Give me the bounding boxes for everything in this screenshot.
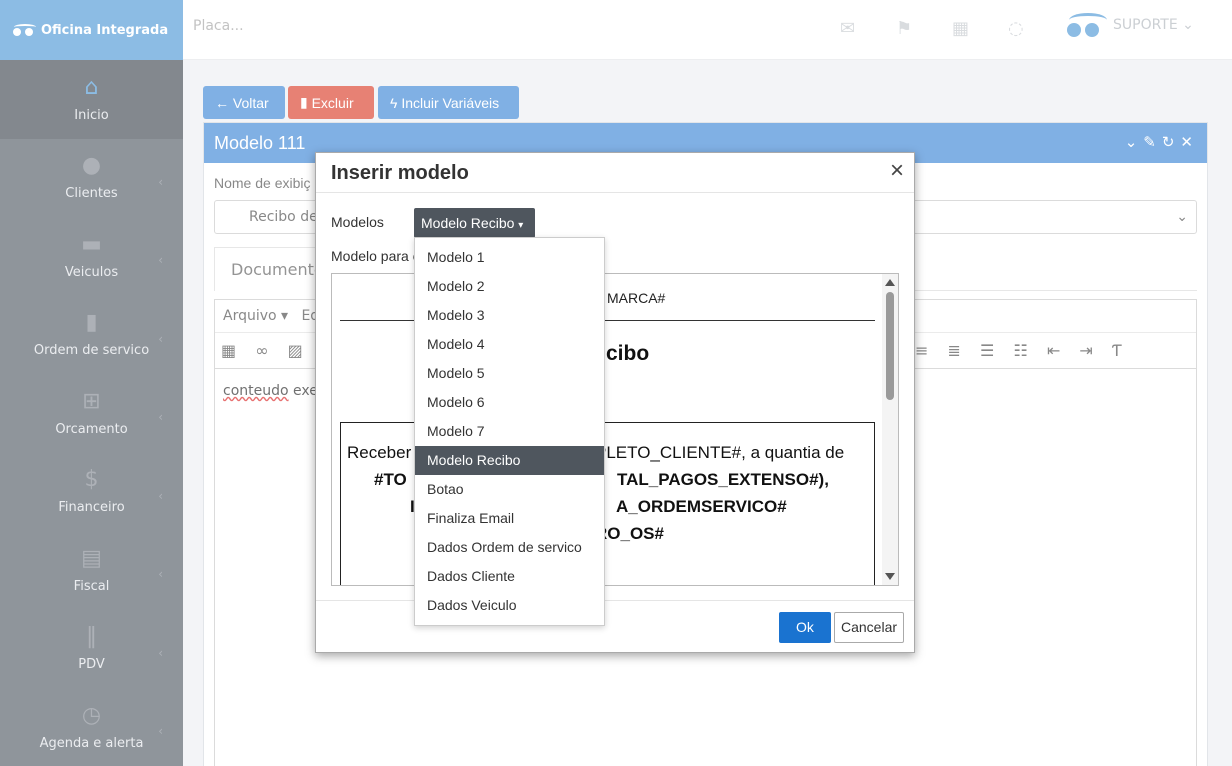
preview-top-text: MARCA#: [607, 290, 666, 306]
dropdown-option[interactable]: Modelo 2: [415, 272, 604, 301]
dropdown-option[interactable]: Modelo 7: [415, 417, 604, 446]
scroll-down-icon[interactable]: [885, 573, 895, 580]
dialog-footer: Ok Cancelar: [316, 600, 914, 652]
dropdown-option[interactable]: Modelo Recibo: [415, 446, 604, 475]
dialog-header: Inserir modelo ×: [316, 153, 914, 193]
preview-text: RO_OS#: [595, 524, 664, 543]
dropdown-option[interactable]: Modelo 3: [415, 301, 604, 330]
dropdown-option[interactable]: Dados Veiculo: [415, 591, 604, 620]
inserir-modelo-dialog: Inserir modelo × Modelos Modelo Recibo ▾…: [315, 152, 915, 653]
dropdown-option[interactable]: Dados Ordem de servico: [415, 533, 604, 562]
preview-text: PLETO_CLIENTE#, a quantia de: [595, 443, 845, 462]
ok-button[interactable]: Ok: [779, 612, 831, 643]
dropdown-option[interactable]: Botao: [415, 475, 604, 504]
close-icon[interactable]: ×: [890, 159, 904, 183]
dropdown-option[interactable]: Modelo 1: [415, 243, 604, 272]
dropdown-option[interactable]: Modelo 5: [415, 359, 604, 388]
modelos-select[interactable]: Modelo Recibo ▾: [414, 208, 535, 238]
dropdown-option[interactable]: Modelo 6: [415, 388, 604, 417]
scroll-up-icon[interactable]: [885, 279, 895, 286]
dialog-title: Inserir modelo: [331, 162, 469, 184]
preview-title: cibo: [606, 342, 650, 365]
modelos-select-value: Modelo Recibo: [421, 215, 515, 231]
preview-text: Receber: [347, 443, 412, 462]
preview-text: #TO: [374, 470, 407, 489]
scroll-thumb[interactable]: [886, 292, 894, 400]
caret-down-icon: ▾: [518, 220, 524, 231]
dropdown-option[interactable]: Dados Cliente: [415, 562, 604, 591]
preview-text: A_ORDEMSERVICO#: [616, 497, 787, 516]
dropdown-option[interactable]: Modelo 4: [415, 330, 604, 359]
cancel-button[interactable]: Cancelar: [834, 612, 904, 643]
preview-text: TAL_PAGOS_EXTENSO#),: [617, 470, 829, 489]
modelos-label: Modelos: [331, 214, 384, 230]
dropdown-option[interactable]: Finaliza Email: [415, 504, 604, 533]
preview-scrollbar[interactable]: [882, 274, 898, 585]
modelo-para-label: Modelo para c: [331, 248, 420, 264]
modelos-dropdown: Modelo 1 Modelo 2 Modelo 3 Modelo 4 Modelo 5…: [414, 237, 605, 626]
